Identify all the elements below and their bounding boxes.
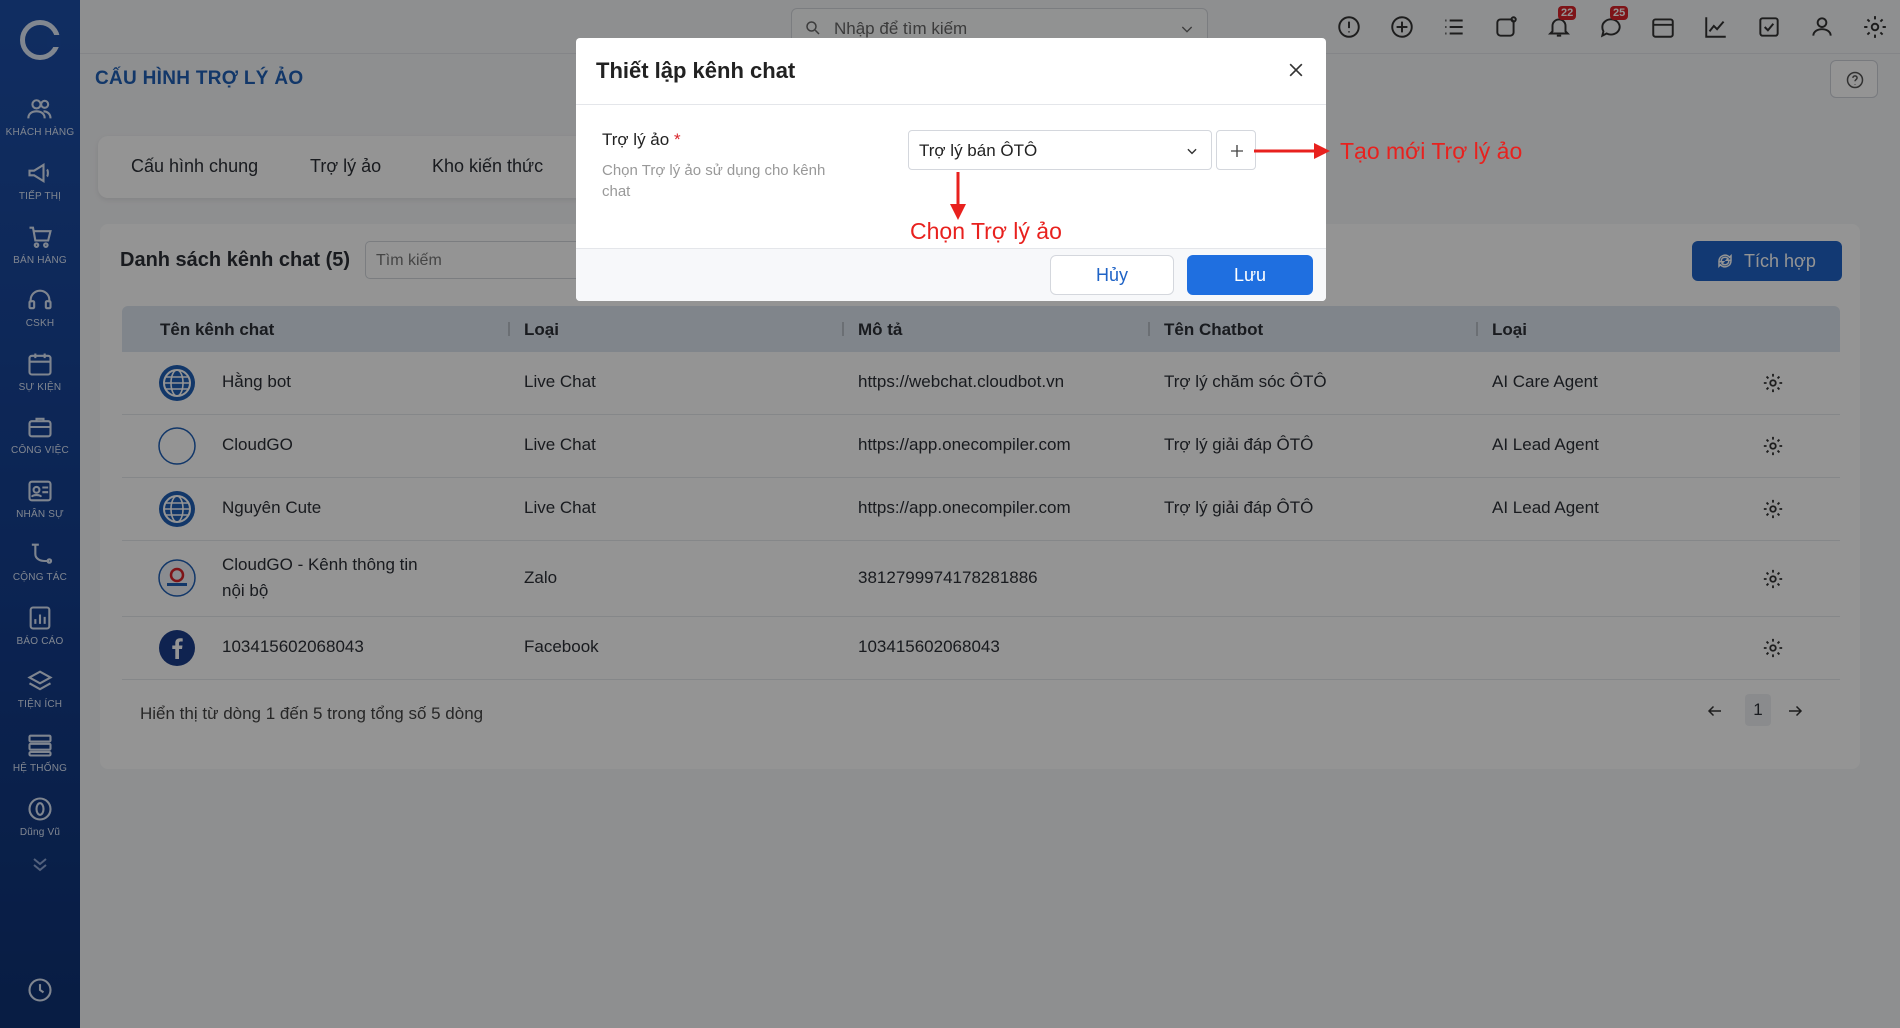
assistant-select-value: Trợ lý bán ÔTÔ (919, 141, 1038, 160)
chevron-down-icon (1187, 148, 1197, 155)
modal-divider (576, 104, 1326, 105)
assistant-field-help: Chọn Trợ lý ảo sử dụng cho kênh chat (602, 162, 826, 200)
assistant-field-label: Trợ lý ảo * (602, 130, 681, 150)
close-icon[interactable] (1286, 60, 1306, 80)
modal-title: Thiết lập kênh chat (596, 58, 796, 83)
annotation-arrow-down (950, 172, 966, 220)
add-assistant-button[interactable] (1216, 130, 1256, 170)
assistant-field-label-text: Trợ lý ảo (602, 130, 670, 149)
save-button[interactable]: Lưu (1187, 255, 1313, 295)
plus-icon (1231, 145, 1243, 157)
required-mark: * (673, 130, 681, 149)
cancel-button[interactable]: Hủy (1050, 255, 1174, 295)
assistant-select[interactable]: Trợ lý bán ÔTÔ (908, 130, 1212, 170)
annotation-choose: Chọn Trợ lý ảo (910, 218, 1062, 244)
annotation-arrow-right (1254, 143, 1330, 159)
annotation-create-new: Tạo mới Trợ lý ảo (1340, 138, 1523, 164)
